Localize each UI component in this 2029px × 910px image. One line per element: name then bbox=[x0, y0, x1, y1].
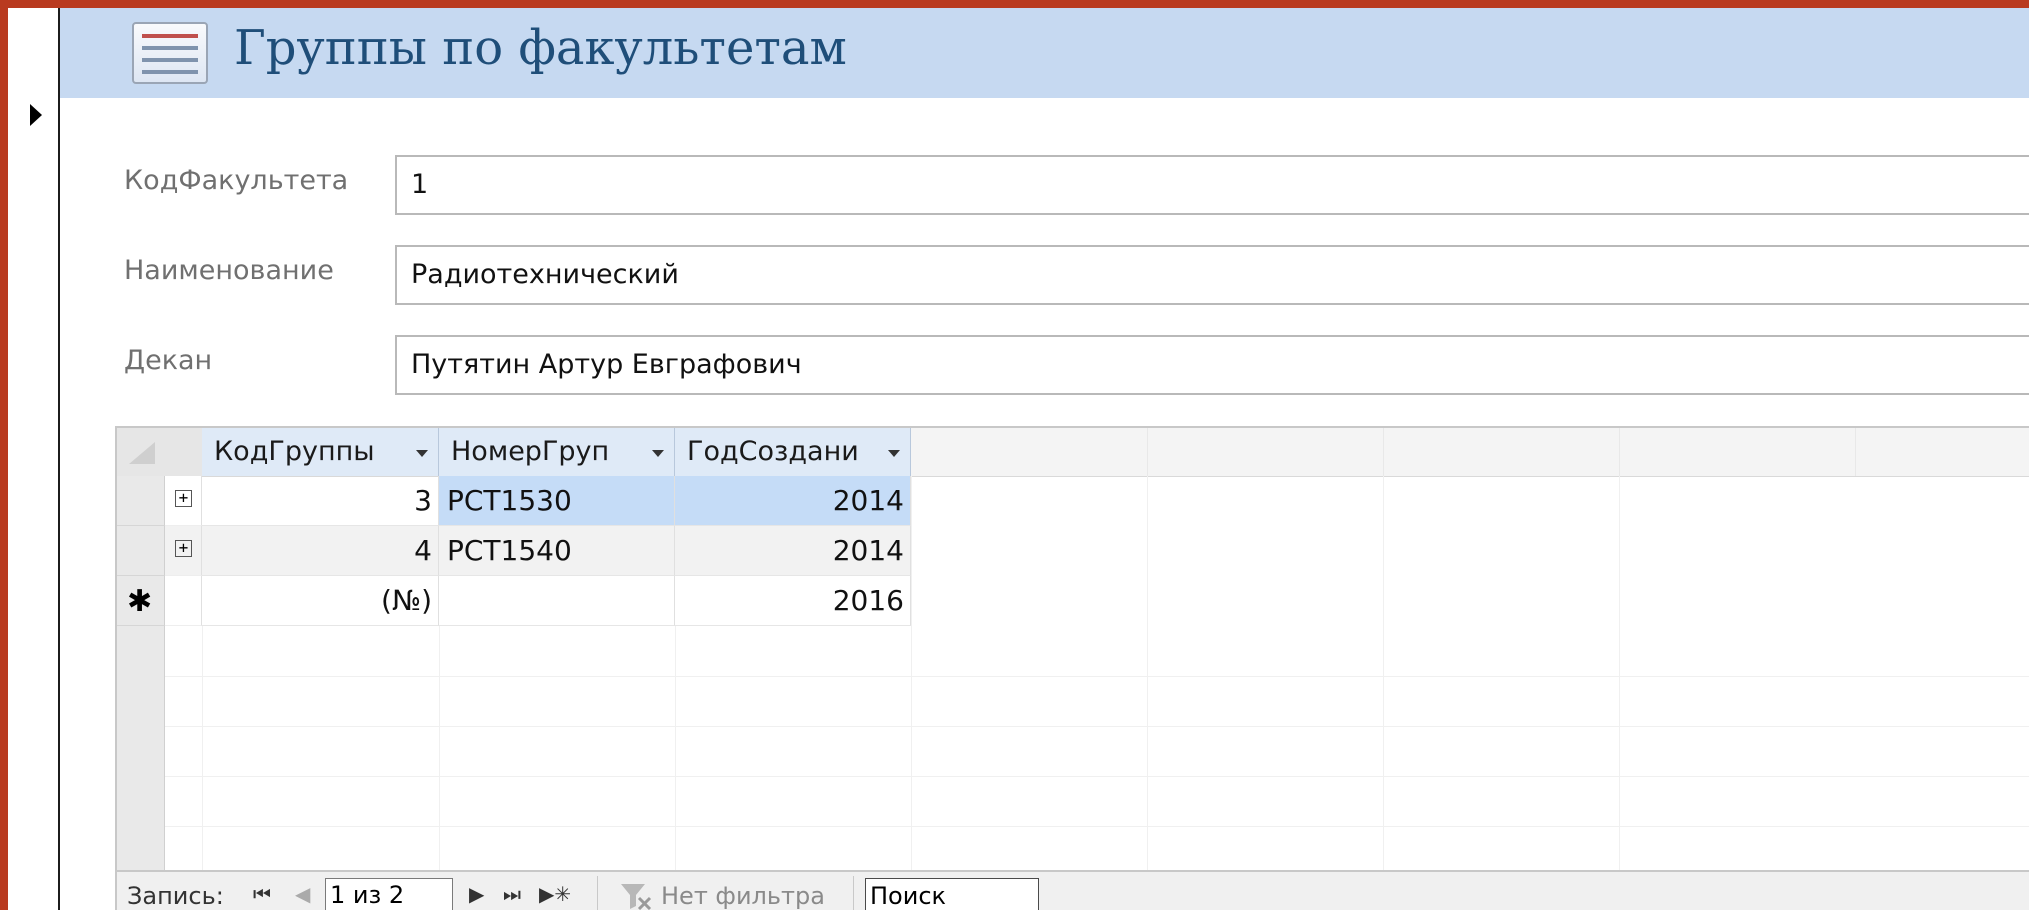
field-dekan[interactable]: Путятин Артур Евграфович bbox=[395, 335, 2029, 395]
select-all-corner[interactable] bbox=[117, 428, 203, 476]
cell-god-sozdaniya[interactable]: 2014 bbox=[675, 476, 911, 526]
record-navigation-bar: Запись: ⏮ ◀ 1 из 2 ▶ ⏭ ▶✳ Нет фильтра По… bbox=[117, 870, 2029, 910]
cell-new-nomer-grup[interactable] bbox=[439, 576, 675, 626]
row-selector[interactable] bbox=[117, 526, 165, 576]
current-record-input[interactable]: 1 из 2 bbox=[325, 878, 453, 910]
access-form-window: Группы по факультетам КодФакультета 1 На… bbox=[8, 8, 2029, 910]
chevron-down-icon[interactable] bbox=[416, 450, 428, 457]
form-header: Группы по факультетам bbox=[60, 8, 2029, 98]
form-icon bbox=[132, 22, 208, 84]
chevron-down-icon[interactable] bbox=[652, 450, 664, 457]
new-record-selector[interactable]: ✱ bbox=[117, 576, 165, 626]
first-record-icon[interactable]: ⏮ bbox=[253, 882, 271, 906]
row-expander-cell: + bbox=[165, 476, 202, 526]
cell-new-god-sozdaniya[interactable]: 2016 bbox=[675, 576, 911, 626]
column-header-god-sozdaniya[interactable]: ГодСоздани bbox=[675, 428, 911, 476]
field-label-kod-fakulteta: КодФакультета bbox=[124, 165, 349, 196]
search-input[interactable]: Поиск bbox=[865, 878, 1039, 910]
new-record-icon[interactable]: ▶✳ bbox=[539, 882, 571, 906]
column-header-kod-gruppy[interactable]: КодГруппы bbox=[202, 428, 439, 476]
cell-new-kod-gruppy[interactable]: (№) bbox=[202, 576, 439, 626]
filter-status[interactable]: Нет фильтра bbox=[661, 882, 825, 910]
expand-plus-icon[interactable]: + bbox=[175, 540, 192, 557]
field-kod-fakulteta[interactable]: 1 bbox=[395, 155, 2029, 215]
form-title: Группы по факультетам bbox=[234, 20, 847, 76]
cell-kod-gruppy[interactable]: 3 bbox=[202, 476, 439, 526]
expand-plus-icon[interactable]: + bbox=[175, 490, 192, 507]
new-record-asterisk-icon: ✱ bbox=[127, 584, 153, 619]
row-expander-cell bbox=[165, 576, 202, 626]
no-filter-icon[interactable] bbox=[619, 880, 653, 910]
field-naimenovanie[interactable]: Радиотехнический bbox=[395, 245, 2029, 305]
datasheet-header-row: КодГруппы НомерГруп ГодСоздани bbox=[117, 428, 2029, 477]
record-selector-strip[interactable] bbox=[8, 8, 60, 910]
previous-record-icon[interactable]: ◀ bbox=[295, 882, 310, 906]
field-label-dekan: Декан bbox=[124, 345, 213, 376]
cell-kod-gruppy[interactable]: 4 bbox=[202, 526, 439, 576]
column-header-nomer-grup[interactable]: НомерГруп bbox=[439, 428, 675, 476]
field-label-naimenovanie: Наименование bbox=[124, 255, 334, 286]
last-record-icon[interactable]: ⏭ bbox=[503, 882, 521, 906]
row-expander-cell: + bbox=[165, 526, 202, 576]
next-record-icon[interactable]: ▶ bbox=[469, 882, 484, 906]
cell-nomer-grup[interactable]: PCT1540 bbox=[439, 526, 675, 576]
empty-selector-column bbox=[117, 626, 165, 870]
subform-datasheet: КодГруппы НомерГруп ГодСоздани + 3 PCT15… bbox=[115, 426, 2029, 910]
chevron-down-icon[interactable] bbox=[888, 450, 900, 457]
record-label: Запись: bbox=[127, 882, 224, 910]
current-record-pointer-icon bbox=[30, 104, 42, 126]
cell-nomer-grup[interactable]: PCT1530 bbox=[439, 476, 675, 526]
cell-god-sozdaniya[interactable]: 2014 bbox=[675, 526, 911, 576]
row-selector[interactable] bbox=[117, 476, 165, 526]
